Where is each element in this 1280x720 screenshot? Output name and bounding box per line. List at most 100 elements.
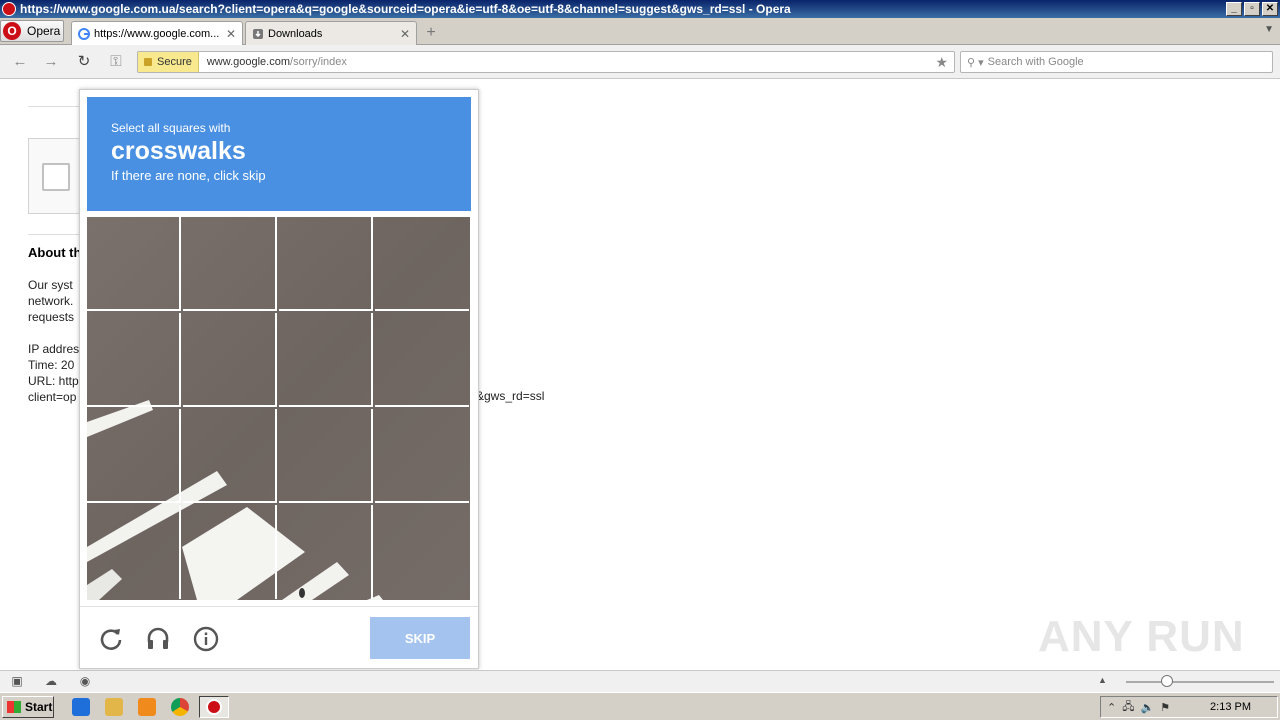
url-text[interactable]: www.google.com/sorry/index xyxy=(199,56,347,68)
grid-tile[interactable] xyxy=(375,217,469,311)
url-tail-text: &gws_rd=ssl xyxy=(476,389,545,403)
grid-tile[interactable] xyxy=(87,313,181,407)
grid-tile[interactable] xyxy=(375,409,469,503)
explanation-text: Our syst network. requests IP addres Tim… xyxy=(28,277,79,405)
opera-menu-label: Opera xyxy=(27,24,61,38)
tab-list-chevron-icon[interactable]: ▼ xyxy=(1264,24,1274,35)
restore-button[interactable]: ▫ xyxy=(1244,2,1260,16)
text-line: IP addres xyxy=(28,342,80,356)
search-input[interactable]: ⚲ ▾ Search with Google xyxy=(960,51,1273,73)
network-icon[interactable]: 🖧 xyxy=(1122,698,1134,717)
text-line: network. xyxy=(28,294,74,308)
address-field[interactable]: Secure www.google.com/sorry/index ★ xyxy=(137,51,955,73)
tab-bar: O Opera https://www.google.com... ✕ Down… xyxy=(0,18,1280,45)
grid-tile[interactable] xyxy=(279,217,373,311)
recaptcha-checkbox[interactable] xyxy=(42,163,70,191)
google-favicon-icon xyxy=(78,27,90,40)
image-grid xyxy=(87,217,470,600)
start-label: Start xyxy=(25,700,53,714)
close-window-button[interactable]: ✕ xyxy=(1262,2,1278,16)
taskbar: Start ⌃ 🖧 🔈 ⚑ 2:13 PM xyxy=(0,692,1280,720)
media-player-icon[interactable] xyxy=(138,698,156,716)
zoom-slider-track[interactable] xyxy=(1126,681,1274,683)
bookmark-star-icon[interactable]: ★ xyxy=(935,54,948,71)
grid-tile[interactable] xyxy=(279,313,373,407)
challenge-subtext: If there are none, click skip xyxy=(111,168,266,183)
opera-logo-icon: O xyxy=(3,22,21,40)
grid-tile[interactable] xyxy=(183,217,277,311)
opera-app-icon xyxy=(2,2,16,16)
divider xyxy=(28,106,82,107)
search-placeholder: Search with Google xyxy=(987,56,1084,68)
back-arrow-icon[interactable]: ← xyxy=(10,53,30,71)
grid-tile[interactable] xyxy=(87,217,181,311)
about-heading: About th xyxy=(28,245,82,260)
key-icon[interactable]: ⚿ xyxy=(106,53,126,71)
text-line: client=op xyxy=(28,390,77,404)
text-line: Our syst xyxy=(28,278,73,292)
grid-tile[interactable] xyxy=(87,409,181,503)
challenge-header: Select all squares with crosswalks If th… xyxy=(87,97,471,211)
text-line: Time: 20 xyxy=(28,358,75,372)
tab-close-icon[interactable]: ✕ xyxy=(226,27,236,41)
status-bar: ▣ ☁ ◉ ▲ xyxy=(0,670,1280,692)
grid-tile[interactable] xyxy=(87,505,181,599)
challenge-target: crosswalks xyxy=(111,137,246,165)
grid-tile[interactable] xyxy=(183,313,277,407)
zoom-menu-icon[interactable]: ▲ xyxy=(1098,675,1107,685)
cloud-icon[interactable]: ☁ xyxy=(44,675,58,688)
folder-icon[interactable] xyxy=(105,698,123,716)
grid-tile[interactable] xyxy=(375,313,469,407)
secure-label: Secure xyxy=(157,56,192,68)
recaptcha-challenge: Select all squares with crosswalks If th… xyxy=(79,89,479,669)
lock-icon xyxy=(144,58,152,66)
navigation-bar: ← → ↻ ⚿ Secure www.google.com/sorry/inde… xyxy=(0,45,1280,79)
volume-icon[interactable]: 🔈 xyxy=(1140,701,1154,714)
start-button[interactable]: Start xyxy=(2,696,54,718)
challenge-footer: SKIP xyxy=(80,606,478,669)
reload-icon[interactable]: ↻ xyxy=(74,53,94,71)
text-line: requests xyxy=(28,310,75,324)
audio-challenge-icon[interactable] xyxy=(144,625,172,653)
zoom-slider-thumb[interactable] xyxy=(1161,675,1173,687)
tab-google-search[interactable]: https://www.google.com... ✕ xyxy=(71,21,243,45)
forward-arrow-icon[interactable]: → xyxy=(41,53,61,71)
skip-button[interactable]: SKIP xyxy=(370,617,470,659)
system-tray: ⌃ 🖧 🔈 ⚑ 2:13 PM xyxy=(1100,696,1278,718)
tab-label: https://www.google.com... xyxy=(94,27,220,40)
downloads-icon xyxy=(253,28,263,39)
panel-toggle-icon[interactable]: ▣ xyxy=(10,675,24,688)
tab-downloads[interactable]: Downloads ✕ xyxy=(245,21,417,45)
tab-close-icon[interactable]: ✕ xyxy=(400,27,410,41)
text-line xyxy=(28,325,79,341)
url-host: www.google.com xyxy=(206,56,291,68)
text-line: URL: http xyxy=(28,374,79,388)
search-icon: ⚲ ▾ xyxy=(967,56,984,69)
secure-badge[interactable]: Secure xyxy=(138,52,199,72)
challenge-instruction: Select all squares with xyxy=(111,121,231,135)
grid-tile[interactable] xyxy=(375,505,469,599)
action-center-flag-icon[interactable]: ⚑ xyxy=(1160,701,1170,714)
clock[interactable]: 2:13 PM xyxy=(1210,697,1251,717)
window-title: https://www.google.com.ua/search?client=… xyxy=(20,2,791,16)
minimize-button[interactable]: _ xyxy=(1226,2,1242,16)
info-icon[interactable] xyxy=(192,625,220,653)
chrome-icon[interactable] xyxy=(171,698,189,716)
url-path: /sorry/index xyxy=(290,56,347,68)
windows-flag-icon xyxy=(7,701,21,713)
anyrun-watermark: ANY RUN xyxy=(1038,612,1245,661)
divider xyxy=(28,234,82,235)
tab-label: Downloads xyxy=(268,27,323,40)
grid-tile[interactable] xyxy=(183,505,277,599)
opera-taskbar-button[interactable] xyxy=(199,696,229,718)
new-tab-icon[interactable]: + xyxy=(422,24,440,42)
grid-tile[interactable] xyxy=(279,505,373,599)
opera-menu-button[interactable]: O Opera xyxy=(0,20,64,42)
opera-icon xyxy=(206,699,222,715)
grid-tile[interactable] xyxy=(279,409,373,503)
reload-challenge-icon[interactable] xyxy=(97,625,125,653)
speed-dial-icon[interactable]: ◉ xyxy=(78,675,92,688)
tray-expand-icon[interactable]: ⌃ xyxy=(1107,701,1116,714)
internet-explorer-icon[interactable] xyxy=(72,698,90,716)
grid-tile[interactable] xyxy=(183,409,277,503)
